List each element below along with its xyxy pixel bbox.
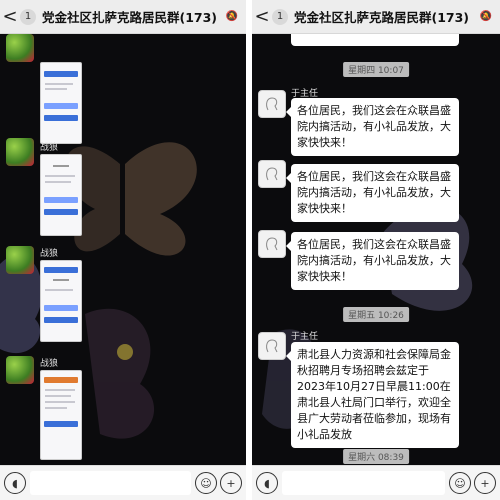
- unread-badge: 1: [20, 8, 36, 25]
- sender-name: 战狼: [40, 359, 59, 369]
- group-title: 党金社区扎萨克路居民群(173): [294, 10, 470, 25]
- avatar[interactable]: [258, 90, 286, 118]
- timestamp: 星期四 10:07: [343, 62, 409, 77]
- message-bubble[interactable]: 各位居民，我们这会在众联昌盛院内搞活动，有小礼品发放，大家快快来！: [286, 164, 459, 222]
- sender-name: 战狼: [40, 143, 59, 153]
- chat-header: < 1 党金社区扎萨克路居民群(173) 🔕: [252, 0, 500, 34]
- message-input[interactable]: [282, 471, 445, 495]
- image-message[interactable]: [40, 154, 82, 236]
- butterfly-wallpaper: [0, 142, 197, 439]
- back-button[interactable]: <: [252, 0, 272, 34]
- sender-name: 于主任: [291, 332, 319, 342]
- avatar[interactable]: [258, 160, 286, 188]
- back-button[interactable]: <: [0, 0, 20, 34]
- message-list[interactable]: 战狼 战狼 战狼: [0, 34, 246, 465]
- plus-icon[interactable]: +: [220, 472, 242, 494]
- chat-window-right: < 1 党金社区扎萨克路居民群(173) 🔕 星期四 10:07 于主任 各位居…: [252, 0, 500, 500]
- mute-icon: 🔕: [479, 11, 492, 22]
- avatar[interactable]: [6, 356, 34, 384]
- image-message[interactable]: [40, 62, 82, 144]
- message-input[interactable]: [30, 471, 191, 495]
- avatar[interactable]: [6, 34, 34, 62]
- chat-window-left: < 1 党金社区扎萨克路居民群(173) 🔕 战狼 战狼 战狼 ◖ ☺ +: [0, 0, 246, 500]
- mute-icon: 🔕: [225, 11, 238, 22]
- avatar[interactable]: [6, 138, 34, 166]
- timestamp: 星期五 10:26: [343, 307, 409, 322]
- plus-icon[interactable]: +: [474, 472, 496, 494]
- voice-icon[interactable]: ◖: [256, 472, 278, 494]
- message-bubble[interactable]: 肃北县人力资源和社会保障局金秋招聘月专场招聘会兹定于2023年10月27日早晨1…: [286, 342, 459, 448]
- avatar[interactable]: [6, 246, 34, 274]
- emoji-icon[interactable]: ☺: [449, 472, 471, 494]
- previous-message-bubble[interactable]: [291, 34, 459, 46]
- timestamp: 星期六 08:39: [343, 449, 409, 464]
- message-list[interactable]: 星期四 10:07 于主任 各位居民，我们这会在众联昌盛院内搞活动，有小礼品发放…: [252, 34, 500, 465]
- sender-name: 战狼: [40, 249, 59, 259]
- voice-icon[interactable]: ◖: [4, 472, 26, 494]
- group-title: 党金社区扎萨克路居民群(173): [42, 10, 218, 25]
- image-message[interactable]: [40, 260, 82, 342]
- input-bar: ◖ ☺ +: [0, 465, 246, 500]
- avatar[interactable]: [258, 230, 286, 258]
- message-bubble[interactable]: 各位居民，我们这会在众联昌盛院内搞活动，有小礼品发放，大家快快来！: [286, 232, 459, 290]
- chat-header: < 1 党金社区扎萨克路居民群(173) 🔕: [0, 0, 246, 34]
- unread-badge: 1: [272, 8, 288, 25]
- input-bar: ◖ ☺ +: [252, 465, 500, 500]
- avatar[interactable]: [258, 332, 286, 360]
- message-bubble[interactable]: 各位居民，我们这会在众联昌盛院内搞活动，有小礼品发放，大家快快来！: [286, 98, 459, 156]
- image-message[interactable]: [40, 370, 82, 460]
- emoji-icon[interactable]: ☺: [195, 472, 217, 494]
